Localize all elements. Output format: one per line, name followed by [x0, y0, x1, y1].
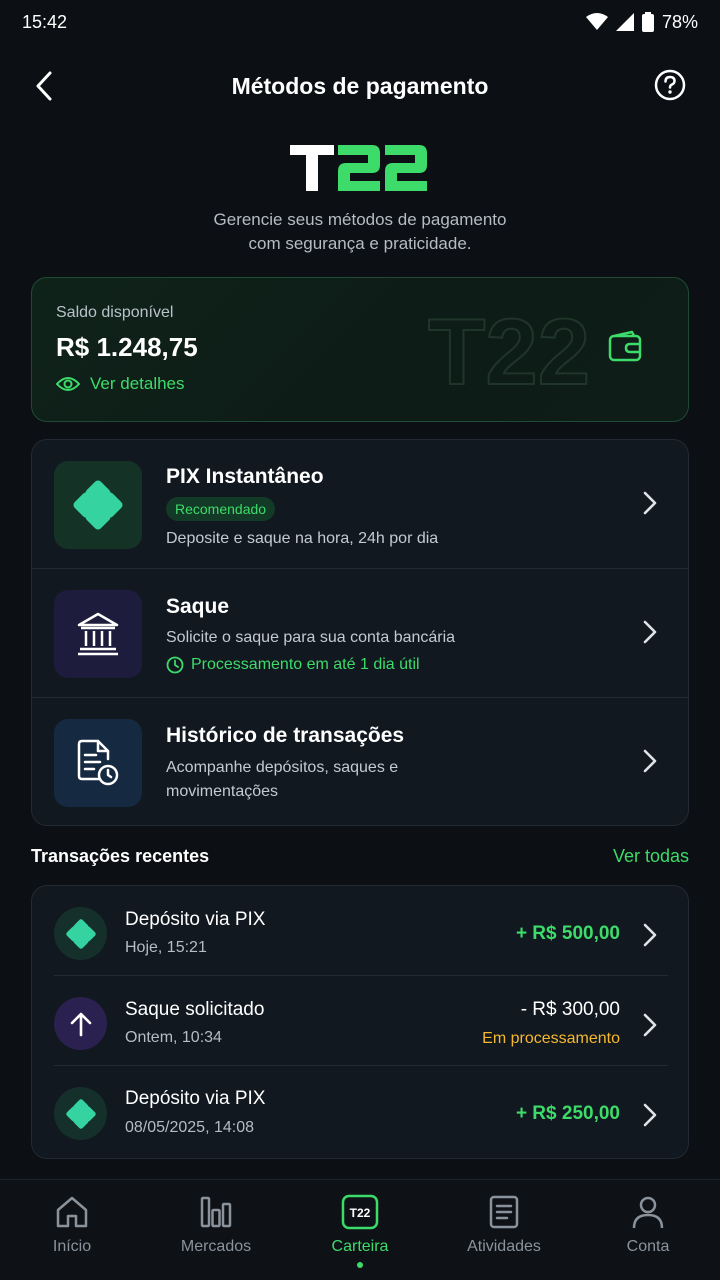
nav-activities[interactable]: Atividades [432, 1194, 576, 1256]
help-button[interactable] [654, 69, 686, 101]
user-icon [632, 1196, 664, 1229]
balance-label: Saldo disponível [56, 304, 174, 321]
chevron-right-icon [643, 620, 657, 644]
history-icon-box [54, 719, 142, 807]
page-subtitle: Gerencie seus métodos de pagamento com s… [0, 208, 720, 256]
transaction-title: Depósito via PIX [125, 909, 266, 930]
chevron-right-icon [643, 1103, 657, 1127]
see-all-link[interactable]: Ver todas [613, 846, 689, 867]
brand-logo [0, 143, 720, 193]
nav-label: Conta [626, 1238, 670, 1255]
processing-note-label: Processamento em até 1 dia útil [191, 656, 420, 673]
pix-icon-box [54, 461, 142, 549]
pix-icon [65, 918, 96, 949]
battery-icon [641, 12, 654, 32]
chevron-right-icon [643, 749, 657, 773]
back-button[interactable] [26, 68, 62, 104]
bank-icon [77, 612, 119, 656]
withdraw-avatar [54, 997, 107, 1050]
chevron-left-icon [36, 71, 52, 101]
method-description: Solicite o saque para sua conta bancária [166, 629, 456, 646]
recommended-badge: Recomendado [166, 497, 276, 521]
page-title: Métodos de pagamento [231, 72, 489, 99]
status-time: 15:42 [22, 11, 68, 32]
method-description: Acompanhe depósitos, saques e movimentaç… [166, 756, 496, 804]
transaction-status: Em processamento [482, 1030, 620, 1047]
recent-title: Transações recentes [31, 846, 210, 866]
signal-icon [615, 13, 634, 31]
svg-text:T22: T22 [350, 1206, 371, 1220]
svg-text:T22: T22 [428, 310, 590, 390]
transaction-date: 08/05/2025, 14:08 [125, 1119, 255, 1136]
eye-icon [56, 377, 80, 391]
t22-logo-icon [290, 145, 427, 191]
balance-value: R$ 1.248,75 [56, 332, 198, 362]
details-link[interactable]: Ver detalhes [56, 374, 185, 394]
help-icon [654, 69, 686, 101]
balance-card: T22 Saldo disponível R$ 1.248,75 Ver det… [31, 277, 689, 422]
subtitle-line-2: com segurança e praticidade. [248, 234, 472, 253]
method-description-line-2: movimentações [166, 783, 279, 800]
home-icon [56, 1196, 88, 1228]
app-header: Métodos de pagamento [0, 56, 720, 116]
battery-level: 78% [661, 11, 698, 32]
processing-note: Processamento em até 1 dia útil [166, 656, 420, 674]
pix-icon [73, 480, 123, 530]
chevron-right-icon [643, 491, 657, 515]
nav-markets[interactable]: Mercados [144, 1194, 288, 1256]
nav-label: Início [52, 1238, 92, 1255]
recent-header: Transações recentes Ver todas [31, 846, 689, 867]
wallet-icon [608, 330, 642, 362]
bar-chart-icon [200, 1196, 232, 1228]
list-icon [489, 1195, 519, 1229]
deposit-avatar [54, 1087, 107, 1140]
chevron-right-icon [643, 1013, 657, 1037]
clock-icon [166, 656, 184, 674]
method-pix[interactable]: PIX Instantâneo Recomendado Deposite e s… [32, 440, 688, 569]
method-title: PIX Instantâneo [166, 465, 324, 488]
nav-home[interactable]: Início [0, 1194, 144, 1256]
transaction-date: Hoje, 15:21 [125, 939, 207, 956]
payment-methods-list: PIX Instantâneo Recomendado Deposite e s… [31, 439, 689, 826]
bank-icon-box [54, 590, 142, 678]
bottom-nav: Início Mercados T22 Carteira Atividades … [0, 1179, 720, 1280]
arrow-up-icon [70, 1012, 91, 1036]
transaction-row[interactable]: Saque solicitado Ontem, 10:34 - R$ 300,0… [32, 976, 690, 1066]
details-link-label: Ver detalhes [90, 374, 185, 393]
nav-label: Mercados [180, 1238, 252, 1255]
status-icons: 78% [585, 11, 698, 33]
method-history[interactable]: Histórico de transações Acompanhe depósi… [32, 698, 688, 825]
transaction-title: Saque solicitado [125, 999, 265, 1020]
nav-label: Atividades [467, 1238, 541, 1255]
status-bar: 15:42 78% [0, 0, 720, 44]
transactions-list: Depósito via PIX Hoje, 15:21 + R$ 500,00… [31, 885, 689, 1159]
method-title: Saque [166, 595, 230, 618]
nav-wallet[interactable]: T22 Carteira [288, 1194, 432, 1268]
method-title: Histórico de transações [166, 724, 405, 747]
wifi-icon [585, 13, 608, 30]
nav-account[interactable]: Conta [576, 1194, 720, 1256]
transaction-amount: + R$ 500,00 [515, 923, 620, 944]
method-withdraw[interactable]: Saque Solicite o saque para sua conta ba… [32, 569, 688, 698]
deposit-avatar [54, 907, 107, 960]
subtitle-line-1: Gerencie seus métodos de pagamento [213, 210, 507, 229]
wallet-logo-icon: T22 [341, 1194, 379, 1230]
method-description: Deposite e saque na hora, 24h por dia [166, 530, 439, 547]
method-description-line-1: Acompanhe depósitos, saques e [166, 759, 399, 776]
transaction-title: Depósito via PIX [125, 1088, 266, 1109]
transaction-row[interactable]: Depósito via PIX 08/05/2025, 14:08 + R$ … [32, 1066, 690, 1156]
transaction-date: Ontem, 10:34 [125, 1029, 222, 1046]
chevron-right-icon [643, 923, 657, 947]
nav-label: Carteira [331, 1238, 389, 1255]
pix-icon [65, 1098, 96, 1129]
document-clock-icon [77, 739, 119, 786]
transaction-row[interactable]: Depósito via PIX Hoje, 15:21 + R$ 500,00 [32, 886, 690, 976]
transaction-amount: + R$ 250,00 [515, 1103, 620, 1124]
transaction-amount: - R$ 300,00 [520, 999, 620, 1020]
active-indicator [357, 1262, 363, 1268]
